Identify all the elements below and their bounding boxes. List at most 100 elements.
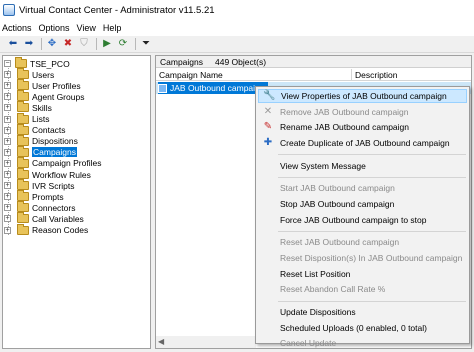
menu-item-force-jab-outbound-campaign-to-stop[interactable]: Force JAB Outbound campaign to stop xyxy=(258,213,467,227)
folder-icon xyxy=(17,145,29,157)
menu-item-cancel-update: Cancel Update xyxy=(258,336,467,350)
tree-item-call-variables[interactable]: + Call Variables xyxy=(4,212,84,224)
menu-item-label: Reset JAB Outbound campaign xyxy=(280,237,400,248)
tree-item-label: Connectors xyxy=(32,202,76,213)
menu-item-stop-jab-outbound-campaign[interactable]: Stop JAB Outbound campaign xyxy=(258,197,467,211)
campaign-name: JAB Outbound campaign xyxy=(170,83,265,93)
expand-icon[interactable]: + xyxy=(4,182,11,190)
menu-options[interactable]: Options xyxy=(39,23,70,33)
tree-item-label: Agent Groups xyxy=(32,91,85,102)
delete-icon: ✖ xyxy=(63,38,73,49)
expand-icon[interactable]: + xyxy=(4,159,11,167)
menu-item-reset-disposition-s-in-jab-outbound-campaign: Reset Disposition(s) In JAB Outbound cam… xyxy=(258,251,467,265)
folder-icon xyxy=(17,168,29,179)
back-arrow-button[interactable]: ⬅ xyxy=(6,37,20,51)
object-count: 449 Object(s) xyxy=(215,56,267,67)
tree-root[interactable]: − TSE_PCO xyxy=(4,57,70,69)
tree-item-label: Workflow Rules xyxy=(32,169,91,180)
tree-item-campaigns[interactable]: + Campaigns xyxy=(4,145,77,158)
menu-item-scheduled-uploads-0-enabled-0-total[interactable]: Scheduled Uploads (0 enabled, 0 total) xyxy=(258,321,467,335)
expand-icon[interactable]: + xyxy=(4,215,11,223)
folder-icon xyxy=(17,134,29,146)
expand-icon[interactable]: + xyxy=(4,137,11,145)
properties-button[interactable]: ✥ xyxy=(45,37,59,51)
expand-icon[interactable]: + xyxy=(4,171,11,178)
folder-icon xyxy=(17,112,29,124)
tree-item-contacts[interactable]: + Contacts xyxy=(4,123,66,136)
campaign-name-cell[interactable]: JAB Outbound campaign xyxy=(158,82,268,94)
scroll-left-icon[interactable]: ◀ xyxy=(158,337,164,346)
tree-root-label: TSE_PCO xyxy=(30,58,70,69)
tree-item-users[interactable]: + Users xyxy=(4,68,55,80)
column-header-campaign-name[interactable]: Campaign Name xyxy=(156,69,352,81)
menu-view[interactable]: View xyxy=(77,23,96,33)
run-button[interactable]: ▶ xyxy=(100,37,114,51)
delete-button[interactable]: ✖ xyxy=(61,37,75,51)
tree-item-label: Users xyxy=(32,69,55,80)
back-arrow-icon: ⬅ xyxy=(8,38,18,49)
tree-item-reason-codes[interactable]: + Reason Codes xyxy=(4,223,88,236)
tree-item-ivr-scripts[interactable]: + IVR Scripts xyxy=(4,179,75,191)
menu-item-label: Force JAB Outbound campaign to stop xyxy=(280,214,427,225)
menu-item-label: Rename JAB Outbound campaign xyxy=(280,122,409,133)
menu-item-view-properties-of-jab-outbound-campaign[interactable]: 🔧 View Properties of JAB Outbound campaig… xyxy=(258,89,467,103)
expand-icon[interactable]: + xyxy=(4,126,11,134)
menu-item-label: Remove JAB Outbound campaign xyxy=(280,106,409,117)
filter-icon: ⏷ xyxy=(142,38,150,49)
menu-item-label: Reset List Position xyxy=(280,268,351,279)
menu-separator xyxy=(278,177,466,179)
expand-icon[interactable]: + xyxy=(4,104,11,112)
tree-item-lists[interactable]: + Lists xyxy=(4,112,50,125)
menu-item-reset-abandon-call-rate: Reset Abandon Call Rate % xyxy=(258,282,467,296)
expand-icon[interactable]: + xyxy=(4,115,11,123)
title-bar: Virtual Contact Center - Administrator v… xyxy=(0,0,474,20)
tree-item-label: Contacts xyxy=(32,125,66,136)
tree-item-user-profiles[interactable]: + User Profiles xyxy=(4,79,81,91)
tree-item-connectors[interactable]: + Connectors xyxy=(4,201,76,213)
campaign-icon xyxy=(158,83,167,93)
menu-item-start-jab-outbound-campaign: Start JAB Outbound campaign xyxy=(258,181,467,195)
tree-item-dispositions[interactable]: + Dispositions xyxy=(4,134,78,147)
menu-item-label: Update Dispositions xyxy=(280,307,356,317)
menu-item-label: Create Duplicate of JAB Outbound campaig… xyxy=(280,137,450,148)
menu-actions[interactable]: Actions xyxy=(2,23,32,33)
menu-item-label: View Properties of JAB Outbound campaign xyxy=(281,91,447,101)
tree-item-prompts[interactable]: + Prompts xyxy=(4,190,64,202)
column-headers: Campaign Name Description xyxy=(156,69,471,81)
context-menu: 🔧 View Properties of JAB Outbound campaig… xyxy=(255,86,470,348)
expand-icon[interactable]: + xyxy=(4,71,11,79)
tree-item-label: Campaigns xyxy=(32,147,77,158)
app-icon xyxy=(3,4,15,16)
tree-item-label: Lists xyxy=(32,114,50,124)
toolbar-separator xyxy=(41,38,42,50)
menu-item-update-dispositions[interactable]: Update Dispositions xyxy=(258,305,467,319)
menu-item-reset-list-position[interactable]: Reset List Position xyxy=(258,267,467,281)
column-header-description[interactable]: Description xyxy=(352,69,471,81)
horizontal-scrollbar[interactable]: ◀ xyxy=(156,336,256,348)
expand-icon[interactable]: + xyxy=(4,226,11,234)
menu-separator xyxy=(278,300,466,302)
menu-item-create-duplicate-of-jab-outbound-campaign[interactable]: ✚ Create Duplicate of JAB Outbound campai… xyxy=(258,136,467,150)
expand-icon[interactable]: + xyxy=(4,193,11,201)
properties-icon: ✥ xyxy=(47,38,57,49)
expand-icon[interactable]: + xyxy=(4,204,11,212)
menu-item-view-system-message[interactable]: View System Message xyxy=(258,159,467,173)
expand-icon[interactable]: + xyxy=(4,93,11,101)
expand-icon[interactable]: + xyxy=(4,148,11,156)
menu-item-rename-jab-outbound-campaign[interactable]: ✎ Rename JAB Outbound campaign xyxy=(258,120,467,134)
remove-icon: ✕ xyxy=(263,105,273,117)
tree-item-skills[interactable]: + Skills xyxy=(4,101,52,113)
menu-help[interactable]: Help xyxy=(103,23,122,33)
folder-icon xyxy=(17,190,29,202)
forward-arrow-button[interactable]: ➡ xyxy=(22,37,36,51)
folder-icon xyxy=(17,68,29,80)
expand-icon[interactable]: + xyxy=(4,82,11,90)
refresh-button[interactable]: ⟳ xyxy=(116,37,130,51)
toolbar-separator xyxy=(135,38,136,50)
shield-disabled-button[interactable]: ⛉ xyxy=(77,37,91,51)
menu-item-label: Reset Abandon Call Rate % xyxy=(280,284,386,295)
tree-item-label: Campaign Profiles xyxy=(32,158,102,169)
filter-button[interactable]: ⏷ xyxy=(139,37,153,51)
pane-header: Campaigns 449 Object(s) xyxy=(156,56,471,68)
collapse-icon[interactable]: − xyxy=(4,60,11,67)
